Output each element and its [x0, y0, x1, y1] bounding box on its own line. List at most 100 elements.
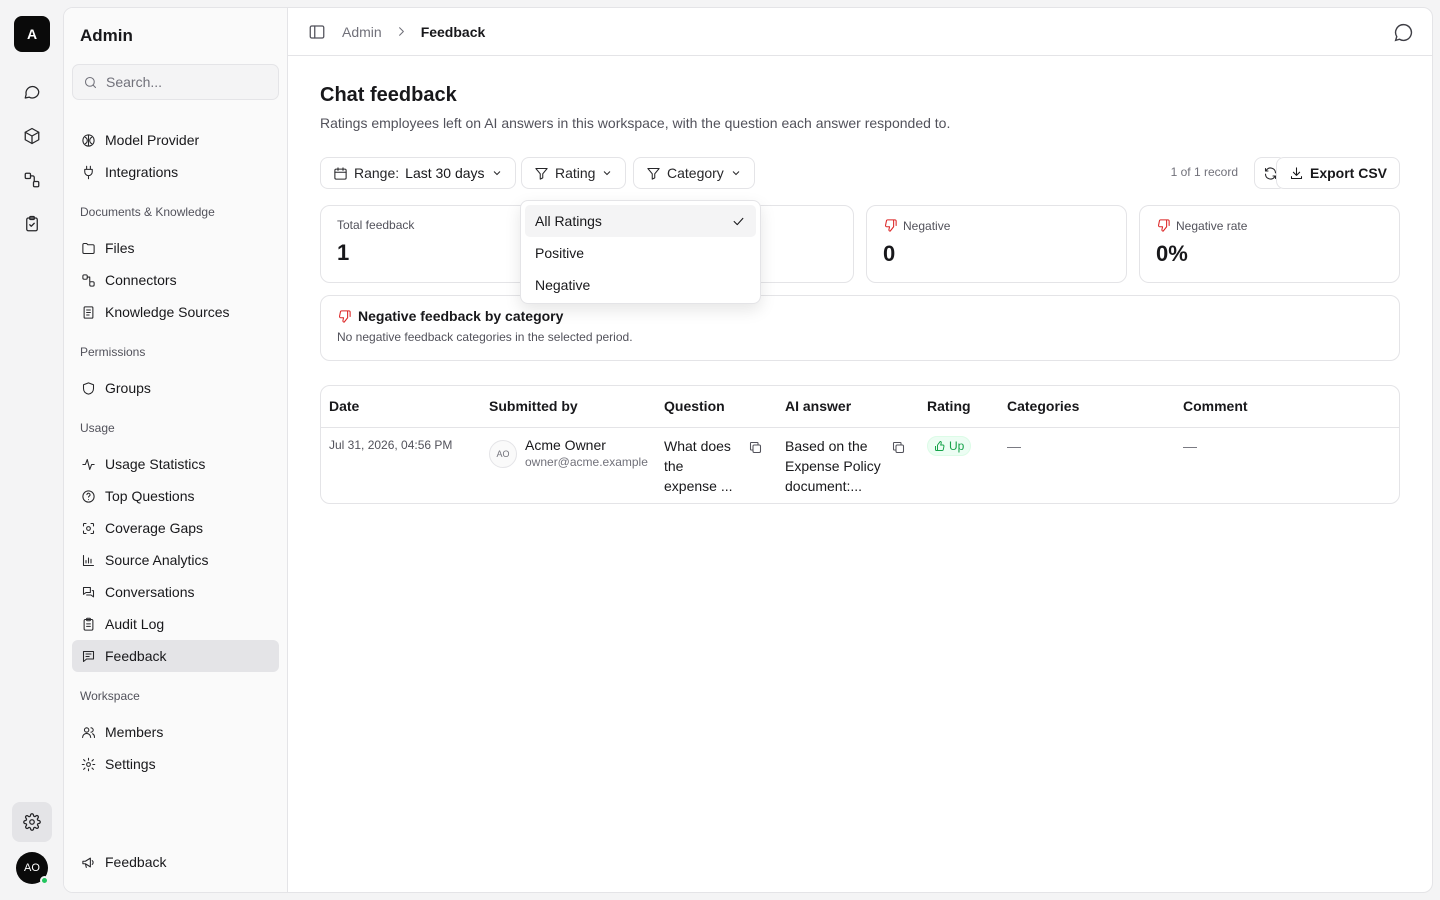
- sidebar-search[interactable]: [72, 64, 279, 100]
- rating-option-negative[interactable]: Negative: [525, 269, 756, 301]
- sidebar-item-label: Feedback: [105, 648, 167, 664]
- check-icon: [731, 214, 746, 229]
- sidebar-item-send-feedback[interactable]: Feedback: [72, 846, 279, 878]
- option-label: Negative: [535, 277, 591, 293]
- rating-badge: Up: [927, 436, 972, 456]
- avatar-initials: AO: [496, 449, 510, 459]
- panel-title: Negative feedback by category: [358, 308, 564, 324]
- folder-icon: [80, 240, 96, 256]
- column-header-submitted-by[interactable]: Submitted by: [489, 398, 578, 414]
- chevron-down-icon: [730, 167, 742, 179]
- sidebar-item-connectors[interactable]: Connectors: [72, 264, 279, 296]
- sidebar-item-coverage-gaps[interactable]: Coverage Gaps: [72, 512, 279, 544]
- cell-ai-answer: Based on the Expense Policy document:...: [785, 436, 881, 496]
- thumbs-down-icon: [1156, 218, 1171, 233]
- thumbs-down-icon: [337, 309, 352, 324]
- export-csv-button[interactable]: Export CSV: [1275, 157, 1400, 189]
- range-filter[interactable]: Range: Last 30 days: [320, 157, 516, 189]
- sidebar-item-top-questions[interactable]: Top Questions: [72, 480, 279, 512]
- section-label-permissions: Permissions: [80, 345, 146, 359]
- chat-icon[interactable]: [12, 72, 52, 112]
- user-avatar[interactable]: AO: [16, 852, 49, 885]
- range-value: Last 30 days: [405, 165, 485, 181]
- category-filter[interactable]: Category: [633, 157, 755, 189]
- activity-icon: [80, 456, 96, 472]
- messages-icon: [80, 584, 96, 600]
- rating-option-positive[interactable]: Positive: [525, 237, 756, 269]
- stat-negative: Negative 0: [866, 205, 1127, 283]
- sidebar-item-integrations[interactable]: Integrations: [72, 156, 279, 188]
- gear-icon: [80, 756, 96, 772]
- stat-label: Negative: [903, 218, 951, 233]
- search-input[interactable]: [106, 74, 266, 90]
- question-line: the: [664, 458, 684, 474]
- workspace-logo[interactable]: A: [14, 16, 50, 52]
- table-header: Date Submitted by Question AI answer Rat…: [321, 386, 1399, 428]
- question-line: What does: [664, 438, 731, 454]
- plug-icon: [80, 164, 96, 180]
- sidebar-item-usage-statistics[interactable]: Usage Statistics: [72, 448, 279, 480]
- sidebar-item-audit-log[interactable]: Audit Log: [72, 608, 279, 640]
- negative-category-panel: Negative feedback by category No negativ…: [320, 295, 1400, 361]
- sidebar-title: Admin: [80, 26, 133, 45]
- user-initials: AO: [24, 862, 40, 874]
- app-rail: A AO: [0, 0, 64, 900]
- sidebar-item-label: Audit Log: [105, 616, 165, 632]
- book-icon: [80, 304, 96, 320]
- topbar: Admin Feedback: [288, 8, 1432, 56]
- stat-label-row: Negative: [883, 218, 1110, 233]
- column-header-ai-answer[interactable]: AI answer: [785, 398, 851, 414]
- sidebar-item-groups[interactable]: Groups: [72, 372, 279, 404]
- table-row[interactable]: Jul 31, 2026, 04:56 PM AO Acme Owner own…: [321, 428, 1399, 503]
- rating-dropdown-menu: All Ratings Positive Negative: [520, 200, 761, 304]
- column-header-question[interactable]: Question: [664, 398, 725, 414]
- sidebar-item-label: Conversations: [105, 584, 195, 600]
- copy-answer-icon[interactable]: [891, 440, 906, 458]
- filter-icon: [534, 166, 549, 181]
- sidebar-item-members[interactable]: Members: [72, 716, 279, 748]
- chevron-right-icon: [394, 24, 409, 39]
- sidebar-item-source-analytics[interactable]: Source Analytics: [72, 544, 279, 576]
- rating-filter[interactable]: Rating: [521, 157, 627, 189]
- settings-icon[interactable]: [12, 802, 52, 842]
- workflow-icon[interactable]: [12, 160, 52, 200]
- message-square-icon: [80, 648, 96, 664]
- sidebar-item-settings[interactable]: Settings: [72, 748, 279, 780]
- records-count: 1 of 1 record: [1170, 165, 1238, 179]
- scan-icon: [80, 520, 96, 536]
- sidebar-item-files[interactable]: Files: [72, 232, 279, 264]
- section-label-workspace: Workspace: [80, 689, 140, 703]
- section-label-usage: Usage: [80, 421, 115, 435]
- sidebar-item-conversations[interactable]: Conversations: [72, 576, 279, 608]
- rating-filter-label: Rating: [555, 165, 596, 181]
- column-header-comment[interactable]: Comment: [1183, 398, 1248, 414]
- admin-sidebar: Admin Model Provider Integrations Docume…: [64, 8, 288, 892]
- column-header-date[interactable]: Date: [329, 398, 359, 414]
- rating-option-all[interactable]: All Ratings: [525, 205, 756, 237]
- megaphone-icon: [80, 854, 96, 870]
- sidebar-item-knowledge-sources[interactable]: Knowledge Sources: [72, 296, 279, 328]
- sidebar-item-model-provider[interactable]: Model Provider: [72, 124, 279, 156]
- search-icon: [83, 75, 98, 90]
- answer-line: Expense Policy: [785, 458, 881, 474]
- breadcrumb-current: Feedback: [420, 23, 486, 40]
- sidebar-toggle-icon[interactable]: [308, 23, 326, 41]
- copy-question-icon[interactable]: [748, 440, 763, 458]
- sidebar-item-label: Top Questions: [105, 488, 195, 504]
- sidebar-item-label: Feedback: [105, 854, 167, 870]
- breadcrumb-parent[interactable]: Admin: [342, 24, 382, 40]
- sidebar-item-label: Connectors: [105, 272, 177, 288]
- connector-icon: [80, 272, 96, 288]
- avatar: AO: [489, 440, 517, 468]
- cube-icon[interactable]: [12, 116, 52, 156]
- sidebar-item-label: Settings: [105, 756, 156, 772]
- column-header-categories[interactable]: Categories: [1007, 398, 1079, 414]
- download-icon: [1289, 166, 1304, 181]
- sidebar-item-feedback[interactable]: Feedback: [72, 640, 279, 672]
- chat-bubble-icon[interactable]: [1393, 22, 1414, 46]
- sidebar-item-label: Model Provider: [105, 132, 200, 148]
- column-header-rating[interactable]: Rating: [927, 398, 971, 414]
- answer-line: Based on the: [785, 438, 868, 454]
- clipboard-check-icon[interactable]: [12, 204, 52, 244]
- sidebar-item-label: Groups: [105, 380, 151, 396]
